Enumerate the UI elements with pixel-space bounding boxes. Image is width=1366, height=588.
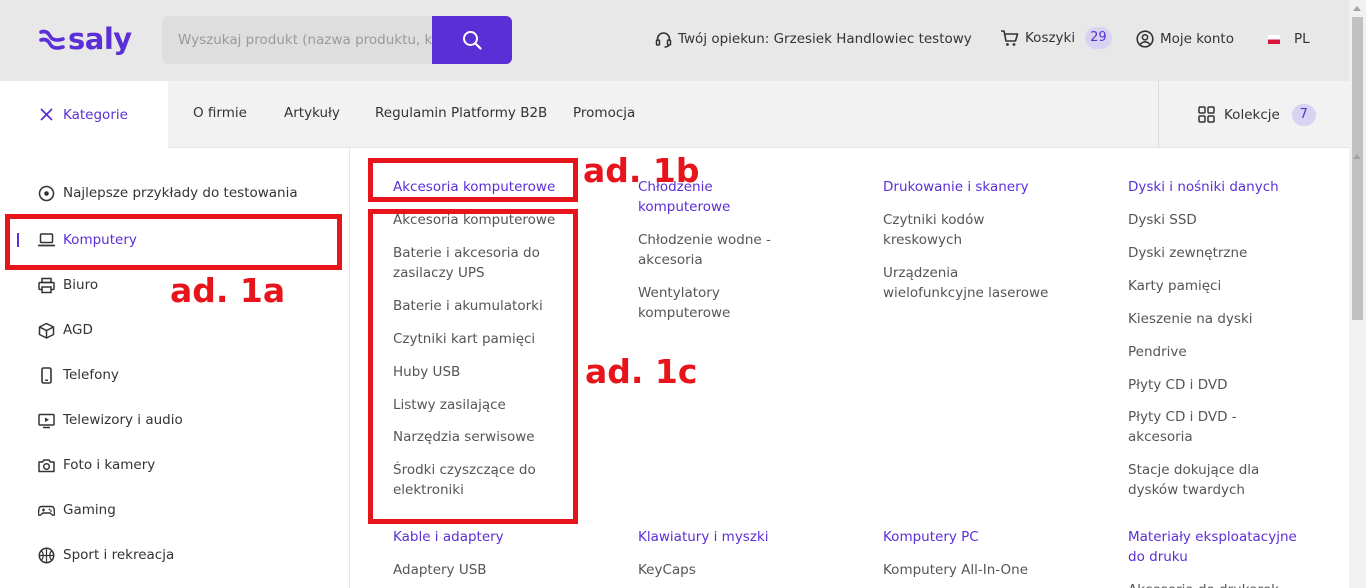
close-icon — [40, 108, 53, 121]
subcategory-link[interactable]: Adaptery USB — [393, 560, 568, 580]
subcategory-link[interactable]: KeyCaps — [638, 560, 813, 580]
sidebar-item-label: Biuro — [63, 277, 99, 293]
search-bar — [162, 16, 512, 64]
subcategory-link[interactable]: Wentylatory komputerowe — [638, 283, 778, 323]
sidebar-item-appliances[interactable]: AGD — [38, 319, 93, 341]
sidebar-item-label: AGD — [63, 322, 93, 338]
account-manager[interactable]: Twój opiekun: Grzesiek Handlowiec testow… — [655, 29, 972, 49]
subcategory-link[interactable]: Płyty CD i DVD — [1128, 375, 1308, 395]
collections-label: Kolekcje — [1224, 106, 1280, 123]
category-heading-storage[interactable]: Dyski i nośniki danych — [1128, 177, 1318, 197]
sidebar-item-label: Gaming — [63, 502, 116, 518]
account-manager-label: Twój opiekun: Grzesiek Handlowiec testow… — [678, 31, 972, 47]
category-heading-print-supplies[interactable]: Materiały eksploatacyjne do druku — [1128, 527, 1303, 567]
sidebar-item-office[interactable]: Biuro — [38, 274, 98, 296]
sidebar-item-gaming[interactable]: Gaming — [38, 499, 116, 521]
category-heading-printing[interactable]: Drukowanie i skanery — [883, 177, 1063, 197]
cart-icon — [1001, 30, 1019, 46]
nav-link-terms[interactable]: Regulamin Platformy B2B — [375, 105, 547, 121]
subcategory-link[interactable]: Pendrive — [1128, 342, 1308, 362]
subcategory-link[interactable]: Czytniki kodów kreskowych — [883, 210, 1023, 250]
language-selector[interactable]: PL — [1268, 29, 1310, 49]
annotation-box-1b — [368, 158, 578, 202]
printer-icon — [38, 277, 55, 293]
top-header: saly Twój opiekun: Grzesiek Handlowiec t… — [0, 0, 1349, 81]
annotation-box-1a — [5, 214, 342, 270]
sidebar-item-label: Najlepsze przykłady do testowania — [63, 185, 298, 201]
carts-label: Koszyki — [1025, 30, 1076, 46]
collections-link[interactable]: Kolekcje 7 — [1158, 81, 1349, 148]
collections-count-badge: 7 — [1291, 103, 1316, 126]
camera-icon — [38, 458, 55, 472]
category-heading-cables[interactable]: Kable i adaptery — [393, 527, 568, 547]
tv-icon — [38, 413, 55, 428]
target-icon — [38, 185, 55, 201]
headset-icon — [655, 31, 672, 48]
subcategory-link[interactable]: Chłodzenie wodne - akcesoria — [638, 230, 788, 270]
category-heading-pc[interactable]: Komputery PC — [883, 527, 1058, 547]
gamepad-icon — [38, 505, 55, 516]
my-account-label: Moje konto — [1160, 31, 1234, 47]
categories-label: Kategorie — [63, 106, 128, 123]
subcategory-link[interactable]: Akcesoria do drukarek — [1128, 580, 1328, 588]
sidebar-item-label: Foto i kamery — [63, 457, 156, 473]
search-input[interactable] — [162, 16, 432, 64]
user-circle-icon — [1136, 30, 1154, 48]
poland-flag-icon — [1268, 34, 1280, 44]
phone-icon — [41, 366, 52, 384]
my-account-link[interactable]: Moje konto — [1136, 29, 1234, 49]
sidebar-item-label: Telewizory i audio — [63, 412, 183, 428]
language-label: PL — [1294, 31, 1310, 47]
sidebar-item-tv-audio[interactable]: Telewizory i audio — [38, 409, 183, 431]
main-navigation: Kategorie O firmie Artykuły Regulamin Pl… — [0, 81, 1349, 148]
scroll-thumb[interactable] — [1352, 164, 1363, 320]
subcategory-link[interactable]: Kieszenie na dyski — [1128, 309, 1308, 329]
brand-name: saly — [68, 22, 132, 56]
subcategory-link[interactable]: Karty pamięci — [1128, 276, 1308, 296]
nav-link-promotion[interactable]: Promocja — [573, 105, 635, 121]
subcategory-link[interactable]: Dyski SSD — [1128, 210, 1308, 230]
annotation-label-1a: ad. 1a — [170, 271, 286, 310]
sidebar-item-photo-cameras[interactable]: Foto i kamery — [38, 454, 155, 476]
subcategory-link[interactable]: Urządzenia wielofunkcyjne laserowe — [883, 263, 1053, 303]
nav-link-articles[interactable]: Artykuły — [284, 105, 340, 121]
sidebar-item-sport[interactable]: Sport i rekreacja — [38, 544, 174, 566]
search-button[interactable] — [432, 16, 512, 64]
logo-mark-icon — [39, 29, 65, 50]
search-icon — [463, 31, 482, 50]
scroll-up-arrow-icon[interactable] — [1353, 154, 1361, 159]
sidebar-item-best-examples[interactable]: Najlepsze przykłady do testowania — [38, 182, 298, 204]
subcategory-link[interactable]: Stacje dokujące dla dysków twardych — [1128, 460, 1288, 500]
sidebar-item-label: Sport i rekreacja — [63, 547, 175, 563]
nav-link-about[interactable]: O firmie — [193, 105, 247, 121]
subcategory-link[interactable]: Komputery All-In-One — [883, 560, 1058, 580]
brand-logo[interactable]: saly — [39, 22, 132, 56]
annotation-label-1c: ad. 1c — [585, 352, 698, 391]
carts-link[interactable]: Koszyki 29 — [1000, 27, 1112, 49]
grid-icon — [1198, 106, 1215, 123]
annotation-label-1b: ad. 1b — [583, 151, 700, 190]
box-icon — [38, 322, 55, 339]
category-heading-keyboards-mice[interactable]: Klawiatury i myszki — [638, 527, 813, 547]
categories-toggle[interactable]: Kategorie — [0, 81, 168, 148]
subcategory-link[interactable]: Dyski zewnętrzne — [1128, 243, 1308, 263]
annotation-box-1c — [368, 209, 578, 524]
ball-icon — [38, 547, 55, 563]
subcategory-link[interactable]: Płyty CD i DVD - akcesoria — [1128, 407, 1263, 447]
scroll-up-arrow-icon[interactable] — [1353, 6, 1361, 11]
sidebar-item-phones[interactable]: Telefony — [38, 364, 119, 386]
page-scrollbar[interactable] — [1349, 0, 1366, 588]
carts-count-badge: 29 — [1085, 27, 1112, 49]
sidebar-item-label: Telefony — [63, 367, 119, 383]
